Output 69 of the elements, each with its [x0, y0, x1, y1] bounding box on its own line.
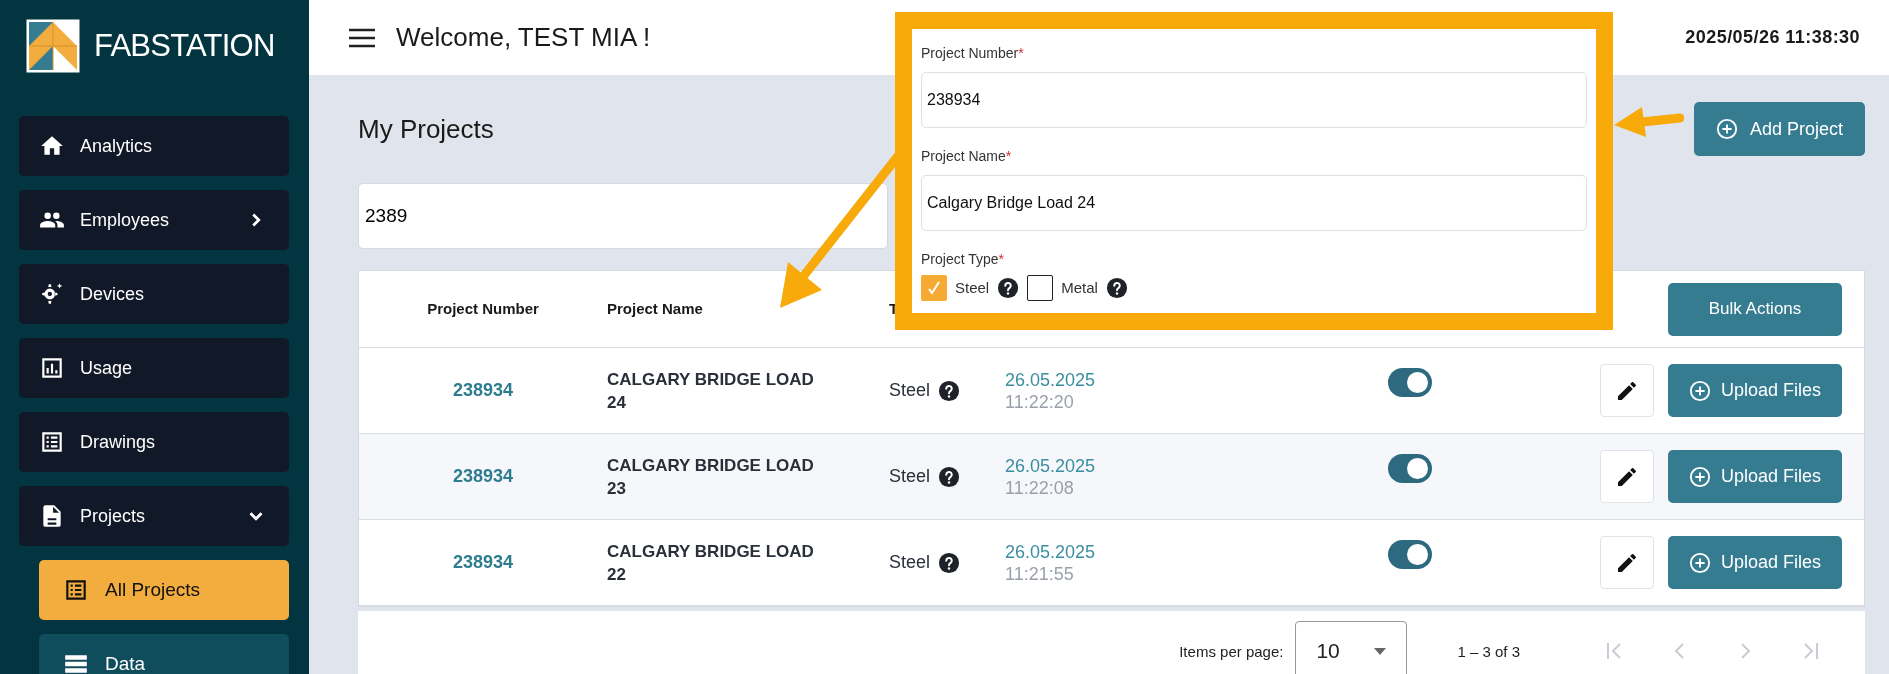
- created-time: 11:22:20: [1005, 390, 1075, 413]
- sidebar-item[interactable]: Usage: [19, 338, 289, 398]
- created-time: 11:21:55: [1005, 562, 1075, 585]
- created-date: 26.05.2025: [1005, 454, 1097, 477]
- sidebar-item[interactable]: Analytics: [19, 116, 289, 176]
- sidebar-item[interactable]: Devices: [19, 264, 289, 324]
- text-field[interactable]: 238934: [921, 72, 1587, 128]
- project-number-link[interactable]: 238934: [359, 377, 607, 404]
- help-icon: [997, 277, 1020, 299]
- field-label: Project Number*: [921, 44, 1025, 63]
- check-icon: [926, 280, 942, 296]
- created-date: 26.05.2025: [1005, 540, 1097, 563]
- created-date: 26.05.2025: [1005, 368, 1097, 391]
- toggle-switch[interactable]: [1388, 540, 1432, 569]
- add-icon: [1715, 118, 1738, 140]
- help-icon: [1105, 277, 1128, 299]
- welcome-title: Welcome, TEST MIA !: [396, 21, 651, 54]
- dropdown-icon: [1374, 647, 1387, 655]
- created-time: 11:22:08: [1005, 476, 1075, 499]
- toggle-switch[interactable]: [1388, 368, 1432, 397]
- column-header: Project Name: [607, 298, 704, 319]
- search-field[interactable]: 2389: [358, 183, 888, 249]
- add-project-button[interactable]: Add Project: [1694, 102, 1865, 156]
- sidebar-subitem[interactable]: Data: [39, 634, 289, 674]
- add-icon: [1688, 465, 1711, 488]
- project-name: CALGARY BRIDGE LOAD 22: [607, 540, 815, 586]
- page-size-select[interactable]: 10: [1295, 621, 1408, 674]
- project-name: CALGARY BRIDGE LOAD 23: [607, 454, 815, 500]
- project-number-link[interactable]: 238934: [359, 463, 607, 490]
- project-type: Steel: [889, 465, 931, 488]
- edit-button[interactable]: [1600, 536, 1654, 589]
- toggle-switch[interactable]: [1388, 454, 1432, 483]
- project-name: CALGARY BRIDGE LOAD 24: [607, 368, 815, 414]
- project-number-link[interactable]: 238934: [359, 549, 607, 576]
- project-type: Steel: [889, 551, 931, 574]
- upload-files-button[interactable]: Upload Files: [1668, 450, 1842, 503]
- list-icon: [39, 429, 65, 455]
- project-type: Steel: [889, 379, 931, 402]
- add-icon: [1688, 379, 1711, 402]
- upload-files-button[interactable]: Upload Files: [1668, 364, 1842, 417]
- column-header: Project Number: [426, 298, 540, 319]
- page-range: 1 – 3 of 3: [1457, 642, 1520, 662]
- logo-icon: [26, 19, 80, 73]
- checkbox[interactable]: [921, 275, 947, 301]
- sidebar-item[interactable]: Drawings: [19, 412, 289, 472]
- date-time: 2025/05/26 11:38:30: [1685, 26, 1860, 49]
- help-icon: [938, 551, 961, 574]
- field-label: Project Type*: [921, 250, 1005, 269]
- field-label: Project Name*: [921, 147, 1013, 166]
- edit-button[interactable]: [1600, 450, 1654, 503]
- help-icon: [938, 465, 961, 488]
- option-label: Metal: [1061, 277, 1098, 298]
- upload-files-button[interactable]: Upload Files: [1668, 536, 1842, 589]
- bar-chart-icon: [39, 355, 65, 381]
- sidebar-item[interactable]: Employees: [19, 190, 289, 250]
- sidebar-subitem[interactable]: All Projects: [39, 560, 289, 620]
- list-icon: [63, 577, 89, 603]
- option-label: Steel: [955, 277, 990, 298]
- page-title: My Projects: [358, 112, 494, 146]
- menu-icon[interactable]: [349, 27, 375, 48]
- edit-button[interactable]: [1600, 364, 1654, 417]
- checkbox[interactable]: [1027, 275, 1054, 301]
- bulk-actions-button[interactable]: Bulk Actions: [1668, 282, 1842, 336]
- sidebar-item[interactable]: Projects: [19, 486, 289, 546]
- items-per-page-label: Items per page:: [1179, 642, 1284, 662]
- text-field[interactable]: Calgary Bridge Load 24: [921, 175, 1587, 231]
- add-icon: [1688, 551, 1711, 574]
- help-icon: [938, 379, 961, 402]
- brand-name: FABSTATION: [94, 26, 275, 65]
